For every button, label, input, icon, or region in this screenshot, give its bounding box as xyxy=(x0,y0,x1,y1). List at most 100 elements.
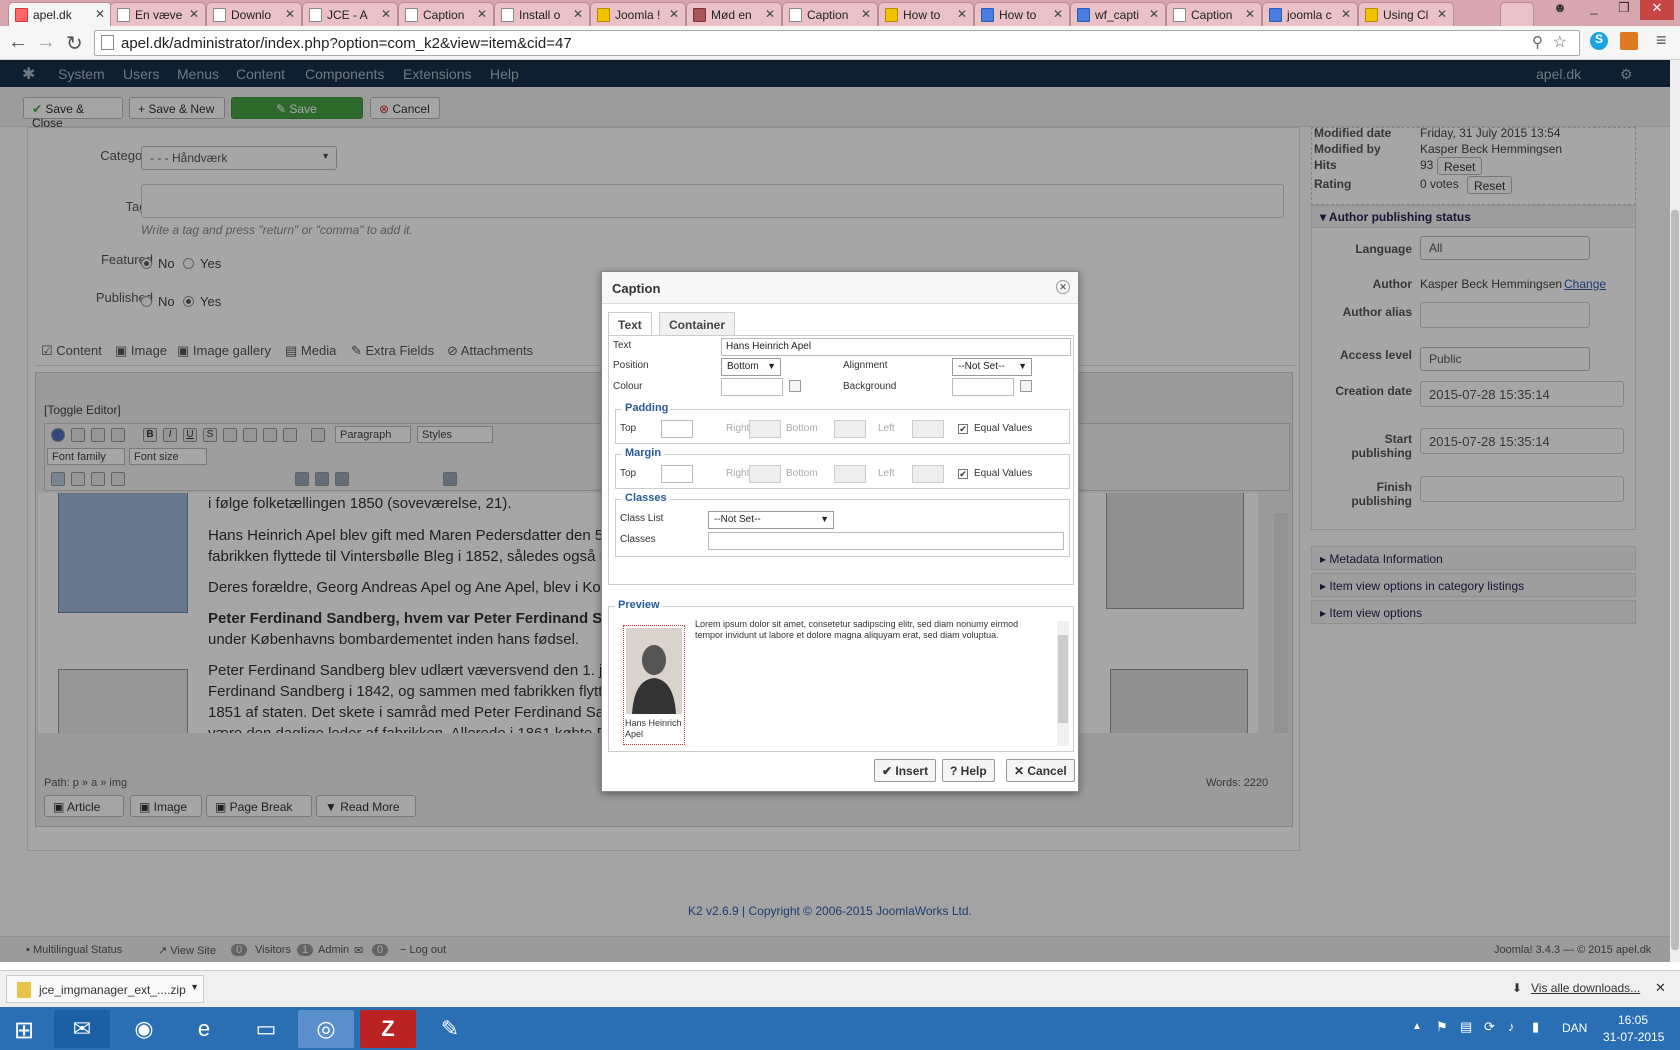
browser-tab[interactable]: apel.dk ✕ xyxy=(8,2,112,27)
close-icon[interactable]: ✕ xyxy=(381,7,391,21)
forward-icon[interactable]: → xyxy=(36,31,56,54)
padding-equal-values-checkbox[interactable]: ✔ Equal Values xyxy=(958,423,1032,434)
battery-icon[interactable]: ▮ xyxy=(1532,1019,1539,1035)
language-indicator[interactable]: DAN xyxy=(1562,1021,1587,1035)
notepad-icon[interactable]: ✎ xyxy=(422,1010,478,1048)
skype-icon[interactable]: S xyxy=(1590,32,1608,50)
show-hidden-icons-icon[interactable]: ▲ xyxy=(1412,1021,1422,1032)
browser-tab[interactable]: wf_capti ✕ xyxy=(1070,2,1166,26)
preview-fieldset: Preview Hans Heinrich Apel Lorem ipsum d… xyxy=(608,599,1074,752)
padding-left-input[interactable] xyxy=(912,420,944,438)
browser-tab[interactable]: How to ✕ xyxy=(878,2,974,26)
chevron-down-icon: ▼ xyxy=(820,514,829,524)
close-icon[interactable]: ✕ xyxy=(861,7,871,21)
margin-top-input[interactable] xyxy=(661,465,693,483)
close-icon[interactable]: ✕ xyxy=(1056,280,1070,294)
close-icon[interactable]: ✕ xyxy=(573,7,583,21)
internet-explorer-icon[interactable]: e xyxy=(176,1010,232,1048)
close-icon[interactable]: ✕ xyxy=(285,7,295,21)
padding-bottom-label: Bottom xyxy=(786,423,818,434)
browser-tab[interactable]: Install o ✕ xyxy=(494,2,590,26)
insert-button[interactable]: ✔ Insert xyxy=(874,759,937,782)
color-picker-icon[interactable] xyxy=(789,380,801,392)
button-label: Cancel xyxy=(1027,764,1067,778)
sync-icon[interactable]: ⟳ xyxy=(1484,1019,1495,1035)
margin-bottom-input[interactable] xyxy=(834,465,866,483)
margin-right-input[interactable] xyxy=(749,465,781,483)
action-center-icon[interactable]: ⚑ xyxy=(1436,1019,1448,1035)
browser-tab[interactable]: joomla c ✕ xyxy=(1262,2,1358,26)
background-input[interactable] xyxy=(952,378,1014,396)
help-button[interactable]: ? Help xyxy=(942,759,995,782)
google-favicon-icon xyxy=(1077,8,1090,22)
address-bar[interactable]: apel.dk/administrator/index.php?option=c… xyxy=(94,30,1580,56)
page-scrollbar[interactable] xyxy=(1670,60,1680,962)
browser-tab[interactable]: Caption ✕ xyxy=(398,2,494,26)
cancel-dialog-button[interactable]: ✕ Cancel xyxy=(1006,759,1075,782)
close-icon[interactable]: ✕ xyxy=(1053,7,1063,21)
browser-tab[interactable]: Caption ✕ xyxy=(1166,2,1262,26)
download-item[interactable]: jce_imgmanager_ext_....zip ▼ xyxy=(6,975,204,1003)
classes-input[interactable] xyxy=(708,532,1064,550)
tab-container[interactable]: Container xyxy=(659,312,736,335)
clock-date[interactable]: 31-07-2015 xyxy=(1603,1030,1664,1044)
close-icon[interactable]: ✕ xyxy=(1341,7,1351,21)
close-icon[interactable]: ✕ xyxy=(765,7,775,21)
chevron-down-icon[interactable]: ▼ xyxy=(190,982,199,992)
browser-tab[interactable]: Using Cl ✕ xyxy=(1358,2,1454,26)
browser-tab[interactable]: JCE - A ✕ xyxy=(302,2,398,26)
volume-icon[interactable]: ♪ xyxy=(1508,1019,1515,1034)
restore-button[interactable]: ❐ xyxy=(1610,0,1638,20)
close-icon[interactable]: ✕ xyxy=(1149,7,1159,21)
alignment-select[interactable]: --Not Set-- ▼ xyxy=(952,358,1032,376)
menu-icon[interactable]: ≡ xyxy=(1656,30,1667,51)
windows-start-icon[interactable]: ⊞ xyxy=(0,1010,48,1048)
extension-icon[interactable] xyxy=(1620,32,1638,50)
browser-tab[interactable]: Caption ✕ xyxy=(782,2,878,26)
back-icon[interactable]: ← xyxy=(8,31,28,54)
show-all-downloads-link[interactable]: Vis alle downloads... xyxy=(1531,981,1640,995)
close-icon[interactable]: ✕ xyxy=(1655,980,1666,996)
reload-icon[interactable]: ↻ xyxy=(66,31,83,56)
colour-input[interactable] xyxy=(721,378,783,396)
browser-tab[interactable]: Downlo ✕ xyxy=(206,2,302,26)
preview-scrollbar[interactable] xyxy=(1057,621,1069,746)
close-icon[interactable]: ✕ xyxy=(1437,7,1447,21)
close-window-button[interactable]: ✕ xyxy=(1640,0,1674,20)
margin-equal-values-checkbox[interactable]: ✔ Equal Values xyxy=(958,468,1032,479)
margin-left-input[interactable] xyxy=(912,465,944,483)
network-icon[interactable]: ▤ xyxy=(1460,1019,1472,1035)
file-explorer-icon[interactable]: ▭ xyxy=(238,1010,294,1048)
chrome-icon[interactable]: ◎ xyxy=(298,1010,354,1048)
padding-right-input[interactable] xyxy=(749,420,781,438)
close-icon[interactable]: ✕ xyxy=(189,7,199,21)
color-picker-icon[interactable] xyxy=(1020,380,1032,392)
user-icon[interactable]: ☻ xyxy=(1548,0,1572,20)
scrollbar-thumb[interactable] xyxy=(1058,635,1068,723)
filezilla-icon[interactable]: Z xyxy=(360,1010,416,1048)
outlook-icon[interactable]: ✉ xyxy=(54,1010,110,1048)
close-icon[interactable]: ✕ xyxy=(477,7,487,21)
close-icon[interactable]: ✕ xyxy=(957,7,967,21)
minimize-button[interactable]: _ xyxy=(1580,0,1608,20)
class-list-select[interactable]: --Not Set-- ▼ xyxy=(708,511,834,529)
scrollbar-thumb[interactable] xyxy=(1671,210,1679,950)
caption-text-input[interactable]: Hans Heinrich Apel xyxy=(721,338,1071,356)
padding-bottom-input[interactable] xyxy=(834,420,866,438)
star-icon[interactable]: ☆ xyxy=(1553,32,1567,52)
browser-tab[interactable]: Joomla ! ✕ xyxy=(590,2,686,26)
browser-tab[interactable]: Mød en ✕ xyxy=(686,2,782,26)
padding-top-input[interactable] xyxy=(661,420,693,438)
new-tab-button[interactable] xyxy=(1500,2,1534,26)
clock-time[interactable]: 16:05 xyxy=(1618,1013,1648,1027)
close-icon[interactable]: ✕ xyxy=(1245,7,1255,21)
position-select[interactable]: Bottom ▼ xyxy=(721,358,781,376)
tab-text[interactable]: Text xyxy=(608,312,652,336)
browser-tab[interactable]: En væve ✕ xyxy=(110,2,206,26)
search-icon[interactable]: ⚲ xyxy=(1532,33,1543,51)
close-icon[interactable]: ✕ xyxy=(669,7,679,21)
select-value: --Not Set-- xyxy=(958,361,1005,372)
close-icon[interactable]: ✕ xyxy=(95,7,105,21)
thunderbird-icon[interactable]: ◉ xyxy=(116,1010,172,1048)
browser-tab[interactable]: How to ✕ xyxy=(974,2,1070,26)
